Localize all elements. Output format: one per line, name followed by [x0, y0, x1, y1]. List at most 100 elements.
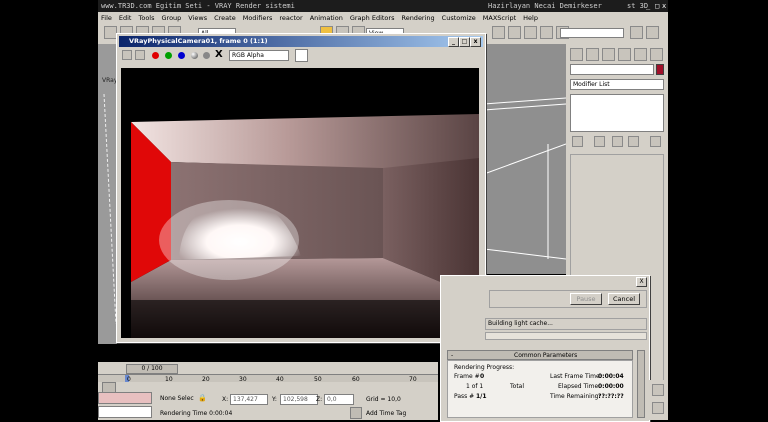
alpha-channel-icon[interactable] [191, 52, 198, 59]
render-control-group: Pause Cancel [489, 290, 647, 308]
remove-modifier-icon[interactable] [628, 136, 639, 147]
motion-tab-icon[interactable] [618, 48, 631, 61]
render-dialog-close-icon[interactable]: X [636, 277, 647, 287]
create-tab-icon[interactable] [570, 48, 583, 61]
rollout-title: Common Parameters [514, 352, 578, 359]
render-production-icon[interactable] [646, 26, 659, 39]
menu-customize[interactable]: Customize [442, 14, 476, 22]
frame-close-icon[interactable]: x [470, 37, 481, 47]
elapsed-time-value: 0:00:00 [598, 383, 624, 390]
material-editor-icon[interactable] [540, 26, 553, 39]
red-channel-icon[interactable] [152, 52, 159, 59]
menu-edit[interactable]: Edit [119, 14, 132, 22]
frame-maximize-icon[interactable]: □ [459, 37, 470, 47]
display-tab-icon[interactable] [634, 48, 647, 61]
render-status-field: Building light cache... [485, 318, 647, 330]
named-selection-combo[interactable] [560, 28, 624, 38]
menu-animation[interactable]: Animation [310, 14, 343, 22]
modifier-list-combo[interactable]: Modifier List [570, 79, 664, 90]
time-tag-icon[interactable] [350, 407, 362, 419]
render-bottom-shadow [131, 300, 479, 338]
menu-rendering[interactable]: Rendering [401, 14, 434, 22]
render-light-haze [159, 200, 299, 280]
rendered-image[interactable] [121, 68, 479, 338]
save-image-icon[interactable] [122, 50, 132, 60]
pin-stack-icon[interactable] [572, 136, 583, 147]
hierarchy-tab-icon[interactable] [602, 48, 615, 61]
rendering-progress-group: Rendering Progress: Frame # 0 1 of 1 Tot… [447, 360, 633, 418]
modify-tab-icon[interactable] [586, 48, 599, 61]
render-dialog-titlebar: X [441, 276, 649, 287]
render-progress-bar [485, 332, 647, 340]
z-label: Z: [316, 396, 323, 403]
rendering-progress-dialog: X Pause Cancel Building light cache... -… [440, 275, 650, 422]
frame-window-title: VRayPhysicalCamera01, frame 0 (1:1) [129, 37, 268, 45]
frame-number-label: Frame # [454, 373, 480, 380]
color-swatch[interactable] [295, 49, 308, 62]
menu-group[interactable]: Group [162, 14, 182, 22]
progress-group-label: Rendering Progress: [454, 364, 515, 371]
frame-number-value: 0 [480, 373, 485, 380]
add-time-tag-button[interactable]: Add Time Tag [366, 410, 406, 417]
frame-window-titlebar: VRayPhysicalCamera01, frame 0 (1:1) _ □ … [119, 36, 483, 47]
elapsed-time-label: Elapsed Time: [558, 383, 601, 390]
clone-frame-icon[interactable] [135, 50, 145, 60]
title-left-text: www.TR3D.com Egitim Seti - VRAY Render s… [101, 2, 295, 10]
window-minimize-icon[interactable]: _ [646, 0, 650, 12]
common-parameters-rollout-header[interactable]: - Common Parameters [447, 350, 633, 360]
display-channel-combo[interactable]: RGB Alpha [229, 50, 289, 61]
x-label: X: [222, 396, 229, 403]
mono-channel-icon[interactable] [203, 52, 210, 59]
menu-file[interactable]: File [101, 14, 112, 22]
cancel-button[interactable]: Cancel [608, 293, 640, 305]
time-slider-bar: 0 / 100 0 10 20 30 40 50 60 70 [98, 362, 438, 383]
pause-button[interactable]: Pause [570, 293, 602, 305]
object-color-swatch[interactable] [656, 64, 664, 75]
object-name-field[interactable] [570, 64, 654, 75]
blue-channel-icon[interactable] [178, 52, 185, 59]
render-dialog-scrollbar[interactable] [637, 350, 645, 418]
utilities-tab-icon[interactable] [650, 48, 663, 61]
green-channel-icon[interactable] [165, 52, 172, 59]
show-end-result-icon[interactable] [594, 136, 605, 147]
title-app-suffix: st 3D [627, 2, 649, 10]
window-close-icon[interactable]: x [662, 0, 666, 12]
make-unique-icon[interactable] [612, 136, 623, 147]
render-scene-svg [131, 114, 479, 338]
pass-number-value: 1/1 [476, 393, 487, 400]
frame-of-total: 1 of 1 [466, 383, 484, 390]
menu-maxscript[interactable]: MAXScript [483, 14, 516, 22]
time-slider[interactable]: 0 / 100 [126, 364, 178, 374]
clear-icon[interactable]: X [215, 49, 223, 60]
modifier-stack-list[interactable] [570, 94, 664, 132]
menu-reactor[interactable]: reactor [279, 14, 302, 22]
rollout-collapse-sign: - [451, 352, 454, 359]
z-coord-field[interactable]: 0,0 [324, 394, 354, 405]
grid-status: Grid = 10,0 [366, 396, 401, 403]
last-frame-time-value: 0:00:04 [598, 373, 624, 380]
menu-help[interactable]: Help [523, 14, 538, 22]
total-label: Total [510, 383, 525, 390]
menu-views[interactable]: Views [188, 14, 207, 22]
menu-graph-editors[interactable]: Graph Editors [350, 14, 395, 22]
maxscript-listener-field[interactable] [98, 392, 152, 404]
menu-create[interactable]: Create [214, 14, 236, 22]
frame-minimize-icon[interactable]: _ [448, 37, 459, 47]
y-label: Y: [272, 396, 277, 403]
rendered-frame-window: VRayPhysicalCamera01, frame 0 (1:1) _ □ … [116, 33, 486, 343]
configure-sets-icon[interactable] [650, 136, 661, 147]
align-icon[interactable] [508, 26, 521, 39]
lock-selection-icon[interactable]: 🔒 [198, 394, 207, 404]
x-coord-field[interactable]: 137,427 [230, 394, 268, 405]
menu-modifiers[interactable]: Modifiers [243, 14, 273, 22]
title-right-text: Hazirlayan Necai Demirkeser [488, 2, 602, 10]
mirror-icon[interactable] [492, 26, 505, 39]
zoom-icon[interactable] [652, 384, 664, 396]
orbit-icon[interactable] [652, 402, 664, 414]
menu-tools[interactable]: Tools [138, 14, 154, 22]
window-maximize-icon[interactable]: □ [655, 0, 659, 12]
quick-render-icon[interactable] [630, 26, 643, 39]
y-coord-field[interactable]: 102,598 [280, 394, 318, 405]
curve-editor-icon[interactable] [524, 26, 537, 39]
maxscript-output-field[interactable] [98, 406, 152, 418]
